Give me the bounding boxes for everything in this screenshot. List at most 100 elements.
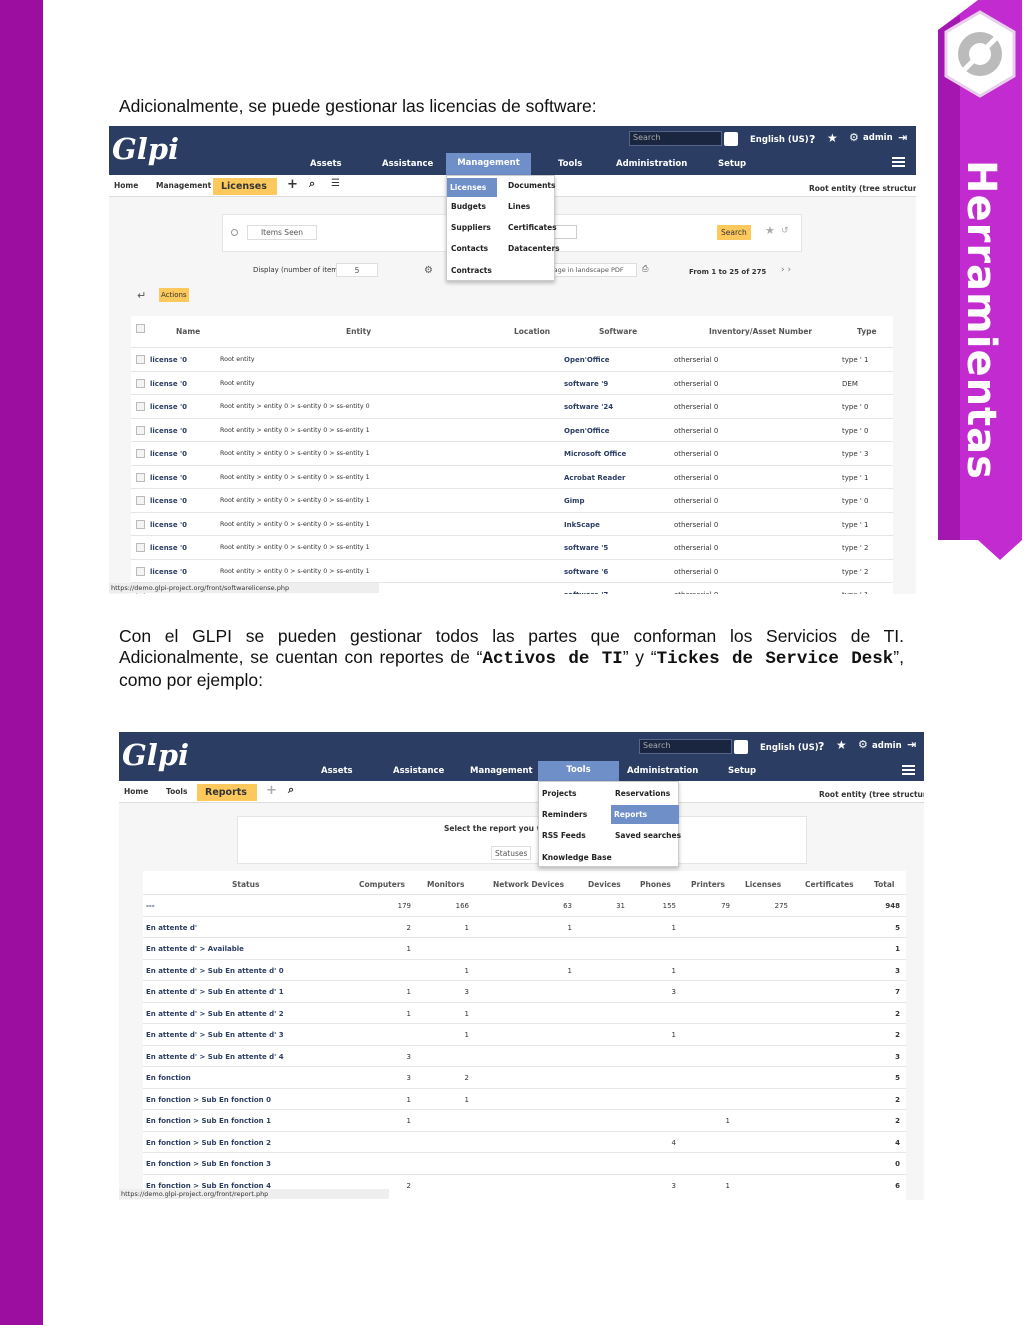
status-name[interactable]: En attente d' > Sub En attente d' 2	[146, 1010, 284, 1018]
gear-icon[interactable]: ⚙	[849, 131, 859, 144]
search-icon[interactable]	[724, 132, 738, 146]
status-name[interactable]: En attente d'	[146, 924, 197, 932]
language-select[interactable]: English (US)	[750, 135, 809, 145]
search-icon[interactable]	[734, 740, 748, 754]
gear-icon[interactable]: ⚙	[858, 738, 868, 751]
license-name[interactable]: license '0	[150, 427, 187, 435]
row-checkbox[interactable]	[136, 472, 145, 482]
menu-tools[interactable]: Tools	[558, 159, 582, 169]
dropdown-budgets[interactable]: Budgets	[451, 202, 486, 211]
select-all-checkbox[interactable]	[136, 324, 145, 333]
dropdown-documents[interactable]: Documents	[508, 181, 555, 190]
row-checkbox[interactable]	[136, 355, 145, 364]
row-checkbox[interactable]	[136, 519, 145, 529]
menu-assets[interactable]: Assets	[310, 159, 342, 169]
dropdown-suppliers[interactable]: Suppliers	[451, 223, 491, 232]
status-name[interactable]: En fonction > Sub En fonction 1	[146, 1117, 271, 1125]
search-button[interactable]: Search	[717, 225, 751, 240]
row-checkbox[interactable]	[136, 425, 145, 435]
display-select[interactable]: 5	[336, 263, 378, 277]
entity-label[interactable]: Root entity (tree structure)	[809, 184, 916, 193]
dropdown-certificates[interactable]: Certificates	[508, 223, 557, 232]
dropdown-knowledge-base[interactable]: Knowledge Base	[542, 853, 612, 862]
status-name[interactable]: En attente d' > Sub En attente d' 3	[146, 1031, 284, 1039]
license-software[interactable]: Open'Office	[564, 356, 610, 364]
status-name[interactable]: En attente d' > Sub En attente d' 0	[146, 967, 284, 975]
menu-setup[interactable]: Setup	[728, 766, 756, 776]
license-software[interactable]: InkScape	[564, 521, 600, 529]
status-name[interactable]: En fonction > Sub En fonction 2	[146, 1139, 271, 1147]
hamburger-icon[interactable]	[892, 157, 905, 167]
crumb-tools[interactable]: Tools	[166, 787, 187, 796]
status-name[interactable]: En attente d' > Sub En attente d' 1	[146, 988, 284, 996]
status-name[interactable]: ---	[146, 902, 155, 910]
field-select[interactable]: Items Seen	[247, 225, 317, 240]
license-name[interactable]: license '0	[150, 380, 187, 388]
license-software[interactable]: Microsoft Office	[564, 450, 626, 458]
logout-icon[interactable]: ⇥	[898, 131, 907, 144]
menu-management[interactable]: Management	[470, 766, 533, 776]
license-name[interactable]: license '0	[150, 474, 187, 482]
col-name[interactable]: Name	[176, 327, 200, 336]
status-name[interactable]: En fonction > Sub En fonction 3	[146, 1160, 271, 1168]
language-select[interactable]: English (US)	[760, 743, 819, 753]
search-input[interactable]: Search	[639, 739, 732, 754]
help-icon[interactable]: ?	[809, 133, 815, 146]
dropdown-saved-searches[interactable]: Saved searches	[615, 831, 681, 840]
bookmark-icon[interactable]: ★	[765, 224, 775, 237]
dropdown-rss-feeds[interactable]: RSS Feeds	[542, 831, 586, 840]
export-icon[interactable]: ⚙	[424, 265, 433, 276]
actions-button[interactable]: Actions	[159, 288, 189, 302]
dropdown-datacenters[interactable]: Datacenters	[508, 244, 560, 253]
logout-icon[interactable]: ⇥	[907, 738, 916, 751]
row-checkbox[interactable]	[136, 402, 145, 411]
export-submit-icon[interactable]: ⎙	[642, 264, 648, 274]
license-name[interactable]: license '0	[150, 450, 187, 458]
license-name[interactable]: license '0	[150, 497, 187, 505]
license-software[interactable]: software '7	[564, 591, 608, 594]
search-input[interactable]: Search	[629, 131, 722, 146]
license-software[interactable]: Gimp	[564, 497, 584, 505]
status-name[interactable]: En fonction > Sub En fonction 0	[146, 1096, 271, 1104]
dropdown-reports[interactable]: Reports	[611, 805, 679, 824]
reset-icon[interactable]: ↺	[781, 226, 789, 236]
row-checkbox[interactable]	[136, 543, 145, 552]
hamburger-icon[interactable]	[902, 765, 915, 775]
user-name[interactable]: admin	[872, 741, 902, 751]
row-checkbox[interactable]	[136, 449, 145, 458]
col-software[interactable]: Software	[599, 327, 637, 336]
crumb-licenses[interactable]: Licenses	[213, 178, 277, 195]
license-name[interactable]: license '0	[150, 356, 187, 364]
crumb-home[interactable]: Home	[114, 181, 138, 190]
search-icon[interactable]: ⌕	[288, 783, 294, 797]
license-software[interactable]: software '9	[564, 380, 608, 388]
crumb-reports[interactable]: Reports	[197, 784, 257, 801]
dropdown-projects[interactable]: Projects	[542, 789, 577, 798]
list-icon[interactable]: ☰	[331, 178, 340, 189]
license-name[interactable]: license '0	[150, 568, 187, 576]
statuses-select[interactable]: Statuses	[491, 846, 532, 860]
menu-tools[interactable]: Tools	[538, 761, 619, 781]
license-name[interactable]: license '0	[150, 521, 187, 529]
menu-administration[interactable]: Administration	[627, 766, 698, 776]
license-software[interactable]: Open'Office	[564, 427, 610, 435]
col-entity[interactable]: Entity	[346, 327, 371, 336]
dropdown-lines[interactable]: Lines	[508, 202, 530, 211]
row-checkbox[interactable]	[136, 496, 145, 505]
dropdown-reminders[interactable]: Reminders	[542, 810, 587, 819]
license-software[interactable]: software '5	[564, 544, 608, 552]
add-icon[interactable]: +	[266, 783, 277, 798]
menu-assets[interactable]: Assets	[321, 766, 353, 776]
menu-assistance[interactable]: Assistance	[393, 766, 444, 776]
license-software[interactable]: Acrobat Reader	[564, 474, 625, 482]
license-name[interactable]: license '0	[150, 403, 187, 411]
dropdown-contacts[interactable]: Contacts	[451, 244, 488, 253]
dropdown-reservations[interactable]: Reservations	[615, 789, 670, 798]
dropdown-contracts[interactable]: Contracts	[451, 266, 492, 275]
row-checkbox[interactable]	[136, 378, 145, 388]
crumb-management[interactable]: Management	[156, 181, 211, 190]
col-type[interactable]: Type	[857, 327, 877, 336]
user-name[interactable]: admin	[863, 133, 893, 143]
status-name[interactable]: En attente d' > Sub En attente d' 4	[146, 1053, 284, 1061]
menu-management[interactable]: Management	[446, 153, 531, 175]
